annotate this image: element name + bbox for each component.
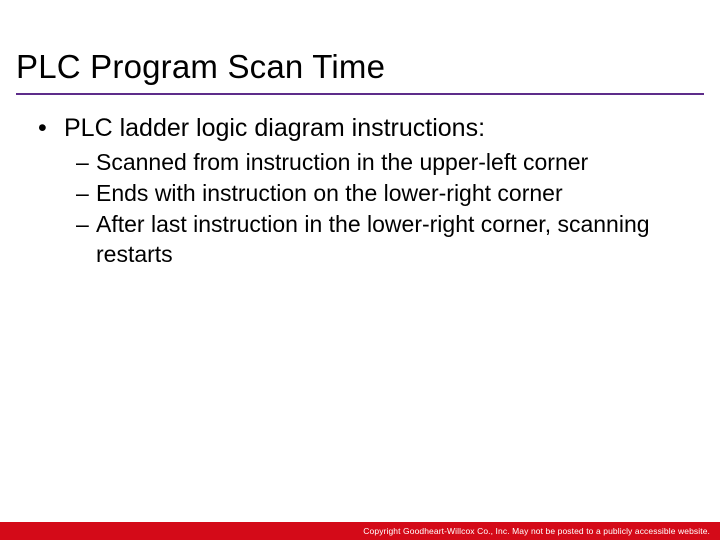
bullet-dot-icon: • [36,112,64,144]
title-underline [16,93,704,95]
subbullet-group: – Scanned from instruction in the upper-… [76,148,686,270]
copyright-text: Copyright Goodheart-Willcox Co., Inc. Ma… [363,526,710,536]
bullet-text: PLC ladder logic diagram instructions: [64,112,485,144]
bullet-level1: • PLC ladder logic diagram instructions: [36,112,686,144]
dash-icon: – [76,148,96,178]
list-item: – Ends with instruction on the lower-rig… [76,179,686,209]
list-item-text: After last instruction in the lower-righ… [96,210,686,270]
dash-icon: – [76,210,96,270]
slide: PLC Program Scan Time • PLC ladder logic… [0,0,720,540]
list-item-text: Ends with instruction on the lower-right… [96,179,563,209]
slide-title: PLC Program Scan Time [16,48,385,86]
content-block: • PLC ladder logic diagram instructions:… [36,112,686,271]
list-item: – Scanned from instruction in the upper-… [76,148,686,178]
footer-bar: Copyright Goodheart-Willcox Co., Inc. Ma… [0,522,720,540]
list-item: – After last instruction in the lower-ri… [76,210,686,270]
list-item-text: Scanned from instruction in the upper-le… [96,148,588,178]
dash-icon: – [76,179,96,209]
